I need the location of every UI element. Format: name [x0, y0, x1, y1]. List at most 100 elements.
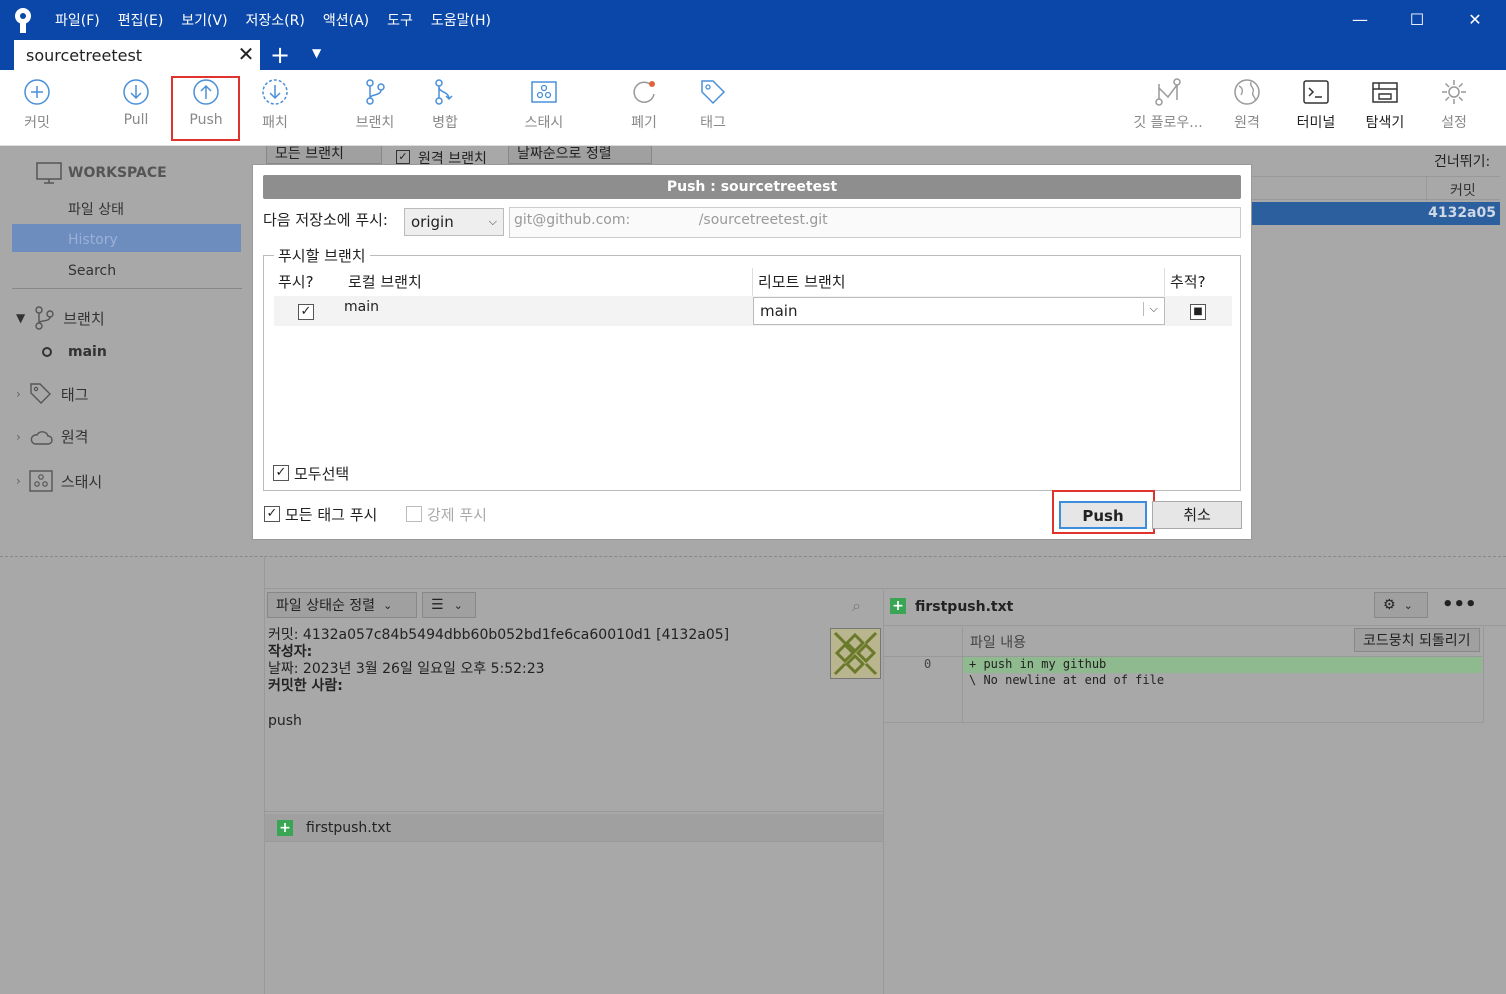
maximize-icon[interactable]: ☐ — [1405, 8, 1429, 32]
chevron-right-icon[interactable]: › — [16, 474, 21, 488]
chevron-down-icon: ⌄ — [383, 598, 393, 612]
view-mode-select[interactable]: ☰ ⌄ — [422, 592, 476, 618]
menu-bar: 파일(F) 편집(E) 보기(V) 저장소(R) 액션(A) 도구 도움말(H) — [55, 10, 491, 30]
branch-button[interactable]: 브랜치 — [340, 78, 410, 132]
commit-hash-line: 커밋: 4132a057c84b5494dbb60b052bd1fe6ca600… — [268, 627, 730, 643]
file-list-border — [264, 811, 883, 812]
new-tab-icon[interactable]: + — [270, 42, 290, 68]
chevron-down-icon: ⌵ — [1142, 302, 1158, 316]
menu-actions[interactable]: 액션(A) — [323, 10, 369, 30]
globe-icon — [1234, 79, 1260, 105]
track-checkbox[interactable]: ■ — [1190, 304, 1206, 320]
revert-hunk-button[interactable]: 코드뭉치 되돌리기 — [1354, 628, 1480, 652]
more-options-icon[interactable]: ••• — [1442, 594, 1477, 615]
gear-icon: ⚙ — [1383, 597, 1396, 613]
cloud-icon — [30, 430, 53, 445]
tag-label: 태그 — [700, 115, 726, 131]
sidebar-tags[interactable]: › 태그 — [16, 382, 88, 406]
sidebar-item-search[interactable]: Search — [68, 263, 116, 279]
terminal-label: 터미널 — [1296, 115, 1336, 131]
merge-button[interactable]: 병합 — [410, 78, 480, 132]
pull-label: Pull — [123, 112, 149, 128]
sort-order-select[interactable]: 날짜순으로 정렬 — [508, 146, 652, 164]
merge-icon — [435, 79, 453, 105]
stash-icon — [531, 81, 557, 103]
git-flow-button[interactable]: 깃 플로우... — [1124, 78, 1212, 132]
select-all-checkbox[interactable]: ✓ — [273, 465, 289, 481]
committer-label: 커밋한 사람: — [268, 678, 343, 694]
menu-edit[interactable]: 편집(E) — [118, 10, 164, 30]
pull-button[interactable]: Pull — [101, 78, 171, 128]
discard-button[interactable]: 폐기 — [609, 78, 679, 132]
author-label: 작성자: — [268, 644, 313, 660]
terminal-button[interactable]: 터미널 — [1281, 78, 1351, 132]
remote-branches-checkbox[interactable]: ✓ — [396, 150, 410, 164]
diff-options-button[interactable]: ⚙ ⌄ — [1374, 592, 1428, 618]
sidebar-item-file-status[interactable]: 파일 상태 — [68, 199, 124, 219]
toolbar: 커밋 Pull Push 패치 브랜치 병합 스태시 폐기 태그 깃 플로우..… — [0, 70, 1506, 146]
url-suffix: /sourcetreetest.git — [698, 212, 828, 228]
close-window-icon[interactable]: ✕ — [1463, 8, 1487, 32]
settings-label: 설정 — [1441, 115, 1467, 131]
url-prefix: git@github.com: — [514, 212, 631, 228]
chevron-right-icon[interactable]: › — [16, 387, 21, 401]
list-icon: ☰ — [431, 597, 444, 613]
discard-label: 폐기 — [631, 115, 657, 131]
sidebar-branches[interactable]: ▼ 브랜치 — [16, 306, 105, 330]
commit-button[interactable]: 커밋 — [2, 78, 72, 132]
file-list-row[interactable]: + firstpush.txt — [265, 814, 883, 842]
menu-file[interactable]: 파일(F) — [55, 10, 100, 30]
fetch-button[interactable]: 패치 — [240, 78, 310, 132]
minimize-icon[interactable]: — — [1348, 8, 1372, 32]
push-button-highlight — [1052, 490, 1155, 534]
tab-close-icon[interactable]: ✕ — [236, 44, 256, 64]
force-push-checkbox[interactable] — [406, 506, 422, 522]
menu-repository[interactable]: 저장소(R) — [246, 10, 305, 30]
sidebar-branch-main[interactable]: main — [42, 344, 107, 360]
search-icon[interactable]: ⌕ — [852, 596, 861, 616]
arrow-down-circle-icon — [123, 79, 149, 105]
push-all-tags-checkbox[interactable]: ✓ — [264, 506, 280, 522]
remote-branch-value: main — [760, 302, 798, 320]
branch-label: 브랜치 — [355, 115, 395, 131]
cancel-button[interactable]: 취소 — [1152, 501, 1242, 529]
pane-top-border — [264, 588, 1506, 589]
sidebar-stashes[interactable]: › 스태시 — [16, 470, 102, 492]
push-branch-checkbox[interactable]: ✓ — [298, 304, 314, 320]
settings-button[interactable]: 설정 — [1419, 78, 1489, 132]
dialog-title: Push : sourcetreetest — [263, 175, 1241, 199]
sidebar-remotes[interactable]: › 원격 — [16, 426, 88, 447]
file-sort-select[interactable]: 파일 상태순 정렬 ⌄ — [267, 592, 417, 618]
pane-divider — [0, 556, 1506, 557]
explorer-icon — [1372, 82, 1398, 103]
branches-group-label: 푸시할 브랜치 — [274, 245, 370, 266]
explorer-button[interactable]: 탐색기 — [1350, 78, 1420, 132]
history-header: 커밋 — [1252, 176, 1500, 201]
chevron-right-icon[interactable]: › — [16, 430, 21, 444]
plus-circle-icon — [24, 79, 50, 105]
file-sort-label: 파일 상태순 정렬 — [276, 598, 376, 614]
remote-branch-select[interactable]: main ⌵ — [753, 297, 1165, 325]
remote-select[interactable]: origin ⌵ — [404, 208, 504, 236]
selected-commit-row[interactable]: 4132a05 — [1252, 202, 1500, 225]
branches-group: 푸시할 브랜치 푸시? 로컬 브랜치 리모트 브랜치 추적? ✓ main ma… — [263, 245, 1241, 491]
push-to-label: 다음 저장소에 푸시: — [263, 211, 388, 229]
menu-tools[interactable]: 도구 — [387, 10, 413, 30]
menu-view[interactable]: 보기(V) — [181, 10, 227, 30]
explorer-label: 탐색기 — [1365, 115, 1405, 131]
tag-button[interactable]: 태그 — [678, 78, 748, 132]
remote-select-value: origin — [411, 213, 454, 231]
merge-label: 병합 — [432, 115, 458, 131]
chevron-down-icon[interactable]: ▼ — [16, 311, 25, 325]
stash-label: 스태시 — [60, 472, 103, 491]
remote-button[interactable]: 원격 — [1212, 78, 1282, 132]
tab-sourcetreetest[interactable]: sourcetreetest ✕ — [14, 40, 260, 70]
download-dashed-icon — [262, 79, 288, 105]
stash-button[interactable]: 스태시 — [509, 78, 579, 132]
branch-row: ✓ main main ⌵ ■ — [274, 296, 1232, 326]
tab-dropdown-icon[interactable]: ▼ — [312, 46, 321, 60]
menu-help[interactable]: 도움말(H) — [431, 10, 491, 30]
branch-filter-select[interactable]: 모든 브랜치 — [266, 146, 382, 164]
sidebar-item-history[interactable]: History — [68, 232, 118, 248]
push-highlight — [171, 76, 240, 141]
